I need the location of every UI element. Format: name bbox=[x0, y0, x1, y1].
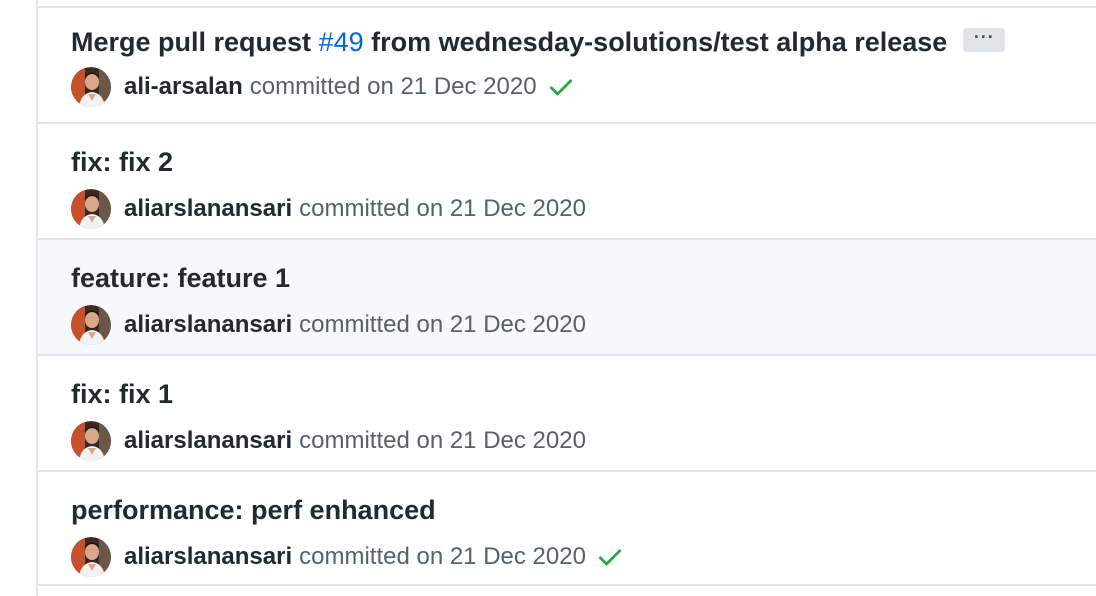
commit-meta: aliarslanansari committed on 21 Dec 2020 bbox=[71, 420, 586, 462]
author-avatar[interactable] bbox=[71, 67, 111, 107]
commit-row: feature: feature 1 aliarslanansari commi… bbox=[38, 238, 1096, 354]
commit-title[interactable]: performance: perf enhanced bbox=[71, 490, 436, 530]
commit-row: fix: fix 2 aliarslanansari committed on … bbox=[38, 122, 1096, 238]
commit-title[interactable]: Merge pull request #49 from wednesday-so… bbox=[71, 22, 1006, 62]
commit-date: committed on 21 Dec 2020 bbox=[299, 195, 586, 222]
pull-request-link[interactable]: #49 bbox=[319, 27, 364, 57]
check-icon[interactable] bbox=[547, 73, 575, 101]
commit-row: fix: fix 1 aliarslanansari committed on … bbox=[38, 354, 1096, 470]
author-avatar[interactable] bbox=[71, 537, 111, 577]
check-icon[interactable] bbox=[596, 543, 624, 571]
author-link[interactable]: ali-arsalan bbox=[124, 73, 243, 101]
commit-date: committed on 21 Dec 2020 bbox=[299, 311, 586, 338]
author-link[interactable]: aliarslanansari bbox=[124, 427, 292, 455]
commit-date: committed on 21 Dec 2020 bbox=[299, 543, 586, 570]
author-avatar[interactable] bbox=[71, 421, 111, 461]
commit-meta: ali-arsalan committed on 21 Dec 2020 bbox=[71, 66, 575, 108]
commit-history-page: Merge pull request #49 from wednesday-so… bbox=[0, 0, 1096, 596]
commit-list: Merge pull request #49 from wednesday-so… bbox=[36, 0, 1096, 596]
commit-meta: aliarslanansari committed on 21 Dec 2020 bbox=[71, 304, 586, 346]
author-link[interactable]: aliarslanansari bbox=[124, 195, 292, 223]
commit-title[interactable]: fix: fix 2 bbox=[71, 142, 173, 182]
commit-title-suffix[interactable]: from wednesday-solutions/test alpha rele… bbox=[364, 27, 947, 57]
commit-title-prefix[interactable]: Merge pull request bbox=[71, 27, 319, 57]
author-link[interactable]: aliarslanansari bbox=[124, 543, 292, 571]
commit-date: committed on 21 Dec 2020 bbox=[299, 427, 586, 454]
author-link[interactable]: aliarslanansari bbox=[124, 311, 292, 339]
commit-title[interactable]: feature: feature 1 bbox=[71, 258, 290, 298]
commit-meta: aliarslanansari committed on 21 Dec 2020 bbox=[71, 536, 624, 578]
expand-message-button[interactable]: ··· bbox=[963, 27, 1006, 52]
author-avatar[interactable] bbox=[71, 305, 111, 345]
author-avatar[interactable] bbox=[71, 189, 111, 229]
commit-date: committed on 21 Dec 2020 bbox=[249, 73, 537, 100]
commit-row: performance: perf enhanced aliarslanansa… bbox=[38, 470, 1096, 586]
commit-meta: aliarslanansari committed on 21 Dec 2020 bbox=[71, 188, 586, 230]
commit-row: Merge pull request #49 from wednesday-so… bbox=[38, 6, 1096, 122]
commit-title[interactable]: fix: fix 1 bbox=[71, 374, 173, 414]
